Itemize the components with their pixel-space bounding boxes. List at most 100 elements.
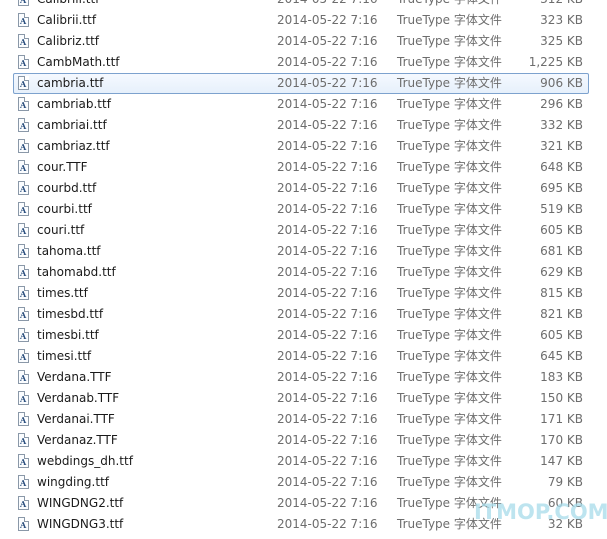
file-row[interactable]: Acouri.ttf 2014-05-22 7:16 TrueType 字体文件 60… xyxy=(0,220,607,241)
file-type: TrueType 字体文件 xyxy=(397,34,502,48)
file-size: 323 KB xyxy=(540,13,583,27)
file-type: TrueType 字体文件 xyxy=(397,223,502,237)
file-row[interactable]: A Calibrili.ttf 2014-05-22 7:16 TrueType 字体… xyxy=(0,0,607,10)
font-file-icon-glyph: A xyxy=(20,457,27,467)
file-date-modified: 2014-05-22 7:16 xyxy=(277,181,378,195)
file-size: 296 KB xyxy=(540,97,583,111)
file-name[interactable]: Verdana.TTF xyxy=(37,367,111,388)
file-row[interactable]: Acambriai.ttf 2014-05-22 7:16 TrueType 字体文… xyxy=(0,115,607,136)
file-row[interactable]: A Verdanaz.TTF 2014-05-22 7:16 TrueType 字体文… xyxy=(0,430,607,451)
file-name[interactable]: timesi.ttf xyxy=(37,346,91,367)
file-date-modified: 2014-05-22 7:16 xyxy=(277,349,378,363)
font-file-icon-glyph: A xyxy=(20,289,27,299)
file-row[interactable]: A Verdanab.TTF 2014-05-22 7:16 TrueType 字体文… xyxy=(0,388,607,409)
file-name[interactable]: CambMath.ttf xyxy=(37,52,120,73)
file-name[interactable]: wingding.ttf xyxy=(37,472,109,493)
file-name[interactable]: couri.ttf xyxy=(37,220,84,241)
file-date-modified: 2014-05-22 7:16 xyxy=(277,160,378,174)
font-file-icon: A xyxy=(18,55,29,69)
file-name[interactable]: Calibriz.ttf xyxy=(37,31,99,52)
file-name[interactable]: Verdanaz.TTF xyxy=(37,430,118,451)
file-row[interactable]: Atimesbi.ttf 2014-05-22 7:16 TrueType 字体文件… xyxy=(0,325,607,346)
file-row[interactable]: Atahoma.ttf 2014-05-22 7:16 TrueType 字体文件 6… xyxy=(0,241,607,262)
file-row-selected[interactable]: Acambria.ttf 2014-05-22 7:16 TrueType 字体文件… xyxy=(0,73,607,94)
file-row[interactable]: Acour.TTF 2014-05-22 7:16 TrueType 字体文件 648… xyxy=(0,157,607,178)
file-size: 60 KB xyxy=(547,496,583,510)
font-file-icon-glyph: A xyxy=(20,205,27,215)
file-row[interactable]: Atimesbd.ttf 2014-05-22 7:16 TrueType 字体文件… xyxy=(0,304,607,325)
file-row[interactable]: Awingding.ttf 2014-05-22 7:16 TrueType 字体文… xyxy=(0,472,607,493)
file-name[interactable]: cour.TTF xyxy=(37,157,88,178)
file-type: TrueType 字体文件 xyxy=(397,349,502,363)
font-file-icon-glyph: A xyxy=(20,226,27,236)
file-name[interactable]: Verdanai.TTF xyxy=(37,409,115,430)
file-name[interactable]: WINGDNG3.ttf xyxy=(37,514,123,535)
file-row[interactable]: Awebdings_dh.ttf 2014-05-22 7:16 TrueType … xyxy=(0,451,607,472)
file-size: 1,225 KB xyxy=(528,55,583,69)
file-date-modified: 2014-05-22 7:16 xyxy=(277,517,378,531)
file-name[interactable]: tahoma.ttf xyxy=(37,241,101,262)
font-file-icon-glyph: A xyxy=(20,415,27,425)
file-size: 605 KB xyxy=(540,223,583,237)
file-name[interactable]: timesbd.ttf xyxy=(37,304,103,325)
font-file-icon: A xyxy=(18,244,29,258)
file-size: 170 KB xyxy=(540,433,583,447)
file-date-modified: 2014-05-22 7:16 xyxy=(277,202,378,216)
file-name[interactable]: cambriaz.ttf xyxy=(37,136,110,157)
font-file-icon: A xyxy=(18,517,29,531)
file-name[interactable]: times.ttf xyxy=(37,283,88,304)
file-row[interactable]: Atimesi.ttf 2014-05-22 7:16 TrueType 字体文件 6… xyxy=(0,346,607,367)
file-row[interactable]: Acambriab.ttf 2014-05-22 7:16 TrueType 字体文… xyxy=(0,94,607,115)
file-type: TrueType 字体文件 xyxy=(397,475,502,489)
font-file-icon-glyph: A xyxy=(20,163,27,173)
font-file-icon: A xyxy=(18,475,29,489)
file-row[interactable]: Atahomabd.ttf 2014-05-22 7:16 TrueType 字体文… xyxy=(0,262,607,283)
file-row[interactable]: Acourbd.ttf 2014-05-22 7:16 TrueType 字体文件 6… xyxy=(0,178,607,199)
file-type: TrueType 字体文件 xyxy=(397,76,502,90)
file-row[interactable]: A Calibrii.ttf 2014-05-22 7:16 TrueType 字体文… xyxy=(0,10,607,31)
font-file-icon-glyph: A xyxy=(20,373,27,383)
file-type: TrueType 字体文件 xyxy=(397,244,502,258)
file-date-modified: 2014-05-22 7:16 xyxy=(277,55,378,69)
file-name[interactable]: tahomabd.ttf xyxy=(37,262,116,283)
file-type: TrueType 字体文件 xyxy=(397,202,502,216)
file-date-modified: 2014-05-22 7:16 xyxy=(277,307,378,321)
file-name[interactable]: courbi.ttf xyxy=(37,199,92,220)
file-row[interactable]: A WINGDNG2.ttf 2014-05-22 7:16 TrueType 字体文… xyxy=(0,493,607,514)
file-row[interactable]: A Verdana.TTF 2014-05-22 7:16 TrueType 字体文件… xyxy=(0,367,607,388)
file-size: 321 KB xyxy=(540,139,583,153)
file-size: 648 KB xyxy=(540,160,583,174)
file-name[interactable]: Calibrili.ttf xyxy=(37,0,99,10)
file-row[interactable]: A CambMath.ttf 2014-05-22 7:16 TrueType 字体文… xyxy=(0,52,607,73)
file-row[interactable]: A Verdanai.TTF 2014-05-22 7:16 TrueType 字体文… xyxy=(0,409,607,430)
file-list[interactable]: A Calibrili.ttf 2014-05-22 7:16 TrueType 字体… xyxy=(0,0,607,535)
file-name[interactable]: Verdanab.TTF xyxy=(37,388,119,409)
file-name[interactable]: WINGDNG2.ttf xyxy=(37,493,123,514)
file-name[interactable]: cambria.ttf xyxy=(37,73,103,94)
file-size: 147 KB xyxy=(540,454,583,468)
file-date-modified: 2014-05-22 7:16 xyxy=(277,97,378,111)
file-name[interactable]: courbd.ttf xyxy=(37,178,96,199)
file-row[interactable]: Atimes.ttf 2014-05-22 7:16 TrueType 字体文件 81… xyxy=(0,283,607,304)
file-row[interactable]: A WINGDNG3.ttf 2014-05-22 7:16 TrueType 字体文… xyxy=(0,514,607,535)
file-row[interactable]: A Calibriz.ttf 2014-05-22 7:16 TrueType 字体文… xyxy=(0,31,607,52)
file-row[interactable]: Acambriaz.ttf 2014-05-22 7:16 TrueType 字体文… xyxy=(0,136,607,157)
font-file-icon: A xyxy=(18,139,29,153)
font-file-icon-glyph: A xyxy=(20,121,27,131)
file-size: 32 KB xyxy=(547,517,583,531)
file-name[interactable]: webdings_dh.ttf xyxy=(37,451,133,472)
font-file-icon: A xyxy=(18,370,29,384)
file-name[interactable]: Calibrii.ttf xyxy=(37,10,96,31)
file-name[interactable]: cambriai.ttf xyxy=(37,115,107,136)
file-row[interactable]: Acourbi.ttf 2014-05-22 7:16 TrueType 字体文件 5… xyxy=(0,199,607,220)
file-date-modified: 2014-05-22 7:16 xyxy=(277,412,378,426)
file-name[interactable]: timesbi.ttf xyxy=(37,325,99,346)
file-size: 332 KB xyxy=(540,118,583,132)
font-file-icon: A xyxy=(18,181,29,195)
file-name[interactable]: cambriab.ttf xyxy=(37,94,111,115)
file-type: TrueType 字体文件 xyxy=(397,454,502,468)
file-date-modified: 2014-05-22 7:16 xyxy=(277,34,378,48)
file-size: 629 KB xyxy=(540,265,583,279)
file-size: 815 KB xyxy=(540,286,583,300)
font-file-icon: A xyxy=(18,160,29,174)
